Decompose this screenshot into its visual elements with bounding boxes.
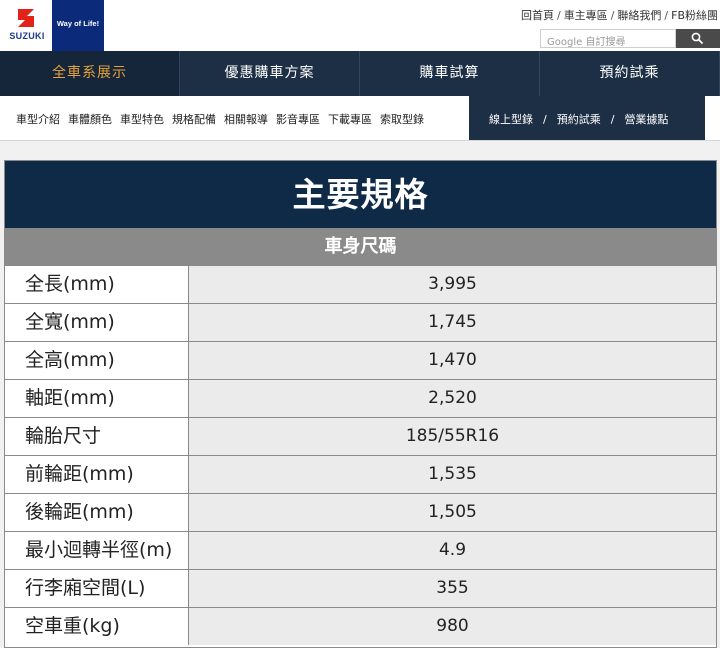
sub-nav-tabs: 車型介紹 車體顏色 車型特色 規格配備 相關報導 影音專區 下載專區 索取型錄 [16, 111, 432, 127]
sub-nav-reports[interactable]: 相關報導 [224, 113, 268, 126]
spec-row-label: 行李廂空間(L) [5, 570, 189, 607]
spec-row-label: 最小迴轉半徑(m) [5, 532, 189, 569]
spec-row-label: 全寬(mm) [5, 304, 189, 341]
spec-row-value: 980 [189, 608, 716, 645]
search-brand: Google [547, 37, 583, 48]
sub-nav-catalog-request[interactable]: 索取型錄 [380, 113, 424, 126]
spec-row: 全長(mm) 3,995 [5, 265, 716, 303]
spec-row-value: 1,470 [189, 342, 716, 379]
quick-link-dealers[interactable]: 營業據點 [624, 113, 668, 126]
spec-row-label: 前輪距(mm) [5, 456, 189, 493]
main-nav: 全車系展示 優惠購車方案 購車試算 預約試乘 [0, 51, 720, 96]
search-icon [691, 32, 704, 45]
spec-row-label: 全高(mm) [5, 342, 189, 379]
top-link-fb[interactable]: FB粉絲團 [671, 9, 718, 22]
main-nav-test-drive[interactable]: 預約試乘 [540, 51, 720, 96]
spec-row: 輪胎尺寸 185/55R16 [5, 417, 716, 455]
spec-rows: 全長(mm) 3,995 全寬(mm) 1,745 全高(mm) 1,470 軸距(mm) 2… [5, 265, 716, 645]
search-button[interactable] [676, 29, 720, 48]
sub-nav-downloads[interactable]: 下載專區 [328, 113, 372, 126]
quick-link-test-drive[interactable]: 預約試乘 [557, 113, 601, 126]
spec-row-value: 1,505 [189, 494, 716, 531]
logo-mark: SUZUKI [0, 0, 52, 51]
tagline: Way of Life! [56, 19, 100, 28]
logo-wordmark: SUZUKI [9, 31, 45, 41]
spec-section-heading: 車身尺碼 [5, 228, 716, 265]
sub-nav-colors[interactable]: 車體顏色 [68, 113, 112, 126]
spec-row-value: 355 [189, 570, 716, 607]
spec-row-label: 輪胎尺寸 [5, 418, 189, 455]
search-input[interactable]: Google 自訂搜尋 [540, 29, 676, 48]
top-link-contact[interactable]: 聯絡我們 [617, 9, 661, 22]
quick-link-online-catalog[interactable]: 線上型錄 [489, 113, 533, 126]
quick-link-separator: / [610, 113, 615, 126]
spec-row-value: 3,995 [189, 266, 716, 303]
sub-nav-specs[interactable]: 規格配備 [172, 113, 216, 126]
top-link-owner[interactable]: 車主專區 [564, 9, 608, 22]
top-link-separator: / [556, 9, 561, 22]
spec-row-value: 2,520 [189, 380, 716, 417]
spec-table: 主要規格 車身尺碼 全長(mm) 3,995 全寬(mm) 1,745 全高(mm) 1,… [4, 160, 717, 648]
spec-row: 軸距(mm) 2,520 [5, 379, 716, 417]
top-link-separator: / [664, 9, 669, 22]
tagline-block: Way of Life! [52, 0, 104, 51]
top-link-home[interactable]: 回首頁 [521, 9, 554, 22]
spec-row: 最小迴轉半徑(m) 4.9 [5, 531, 716, 569]
suzuki-s-logo-icon [18, 9, 34, 27]
search-placeholder: 自訂搜尋 [585, 37, 626, 48]
spec-row-label: 後輪距(mm) [5, 494, 189, 531]
top-links: 回首頁 / 車主專區 / 聯絡我們 / FB粉絲團 [521, 7, 718, 23]
spec-row: 行李廂空間(L) 355 [5, 569, 716, 607]
spec-row: 全寬(mm) 1,745 [5, 303, 716, 341]
spec-row-label: 軸距(mm) [5, 380, 189, 417]
sub-nav-intro[interactable]: 車型介紹 [16, 113, 60, 126]
logo-link[interactable]: SUZUKI Way of Life! [0, 0, 104, 51]
spec-row: 後輪距(mm) 1,505 [5, 493, 716, 531]
spec-row: 空車重(kg) 980 [5, 607, 716, 645]
site-header: SUZUKI Way of Life! 回首頁 / 車主專區 / 聯絡我們 / FB粉絲團 … [0, 0, 720, 51]
spec-row-value: 1,535 [189, 456, 716, 493]
spec-row: 全高(mm) 1,470 [5, 341, 716, 379]
sub-nav-media[interactable]: 影音專區 [276, 113, 320, 126]
spec-row-value: 4.9 [189, 532, 716, 569]
main-nav-offers[interactable]: 優惠購車方案 [180, 51, 360, 96]
main-nav-calculator[interactable]: 購車試算 [360, 51, 540, 96]
spec-row-value: 185/55R16 [189, 418, 716, 455]
sub-nav-features[interactable]: 車型特色 [120, 113, 164, 126]
spec-row-label: 全長(mm) [5, 266, 189, 303]
spec-row: 前輪距(mm) 1,535 [5, 455, 716, 493]
spec-title: 主要規格 [5, 161, 716, 228]
spec-row-value: 1,745 [189, 304, 716, 341]
sub-nav-quick-links: 線上型錄 / 預約試乘 / 營業據點 [469, 96, 705, 140]
top-link-separator: / [610, 9, 615, 22]
quick-link-separator: / [543, 113, 547, 126]
main-nav-all-models[interactable]: 全車系展示 [0, 51, 180, 96]
spec-row-label: 空車重(kg) [5, 608, 189, 645]
